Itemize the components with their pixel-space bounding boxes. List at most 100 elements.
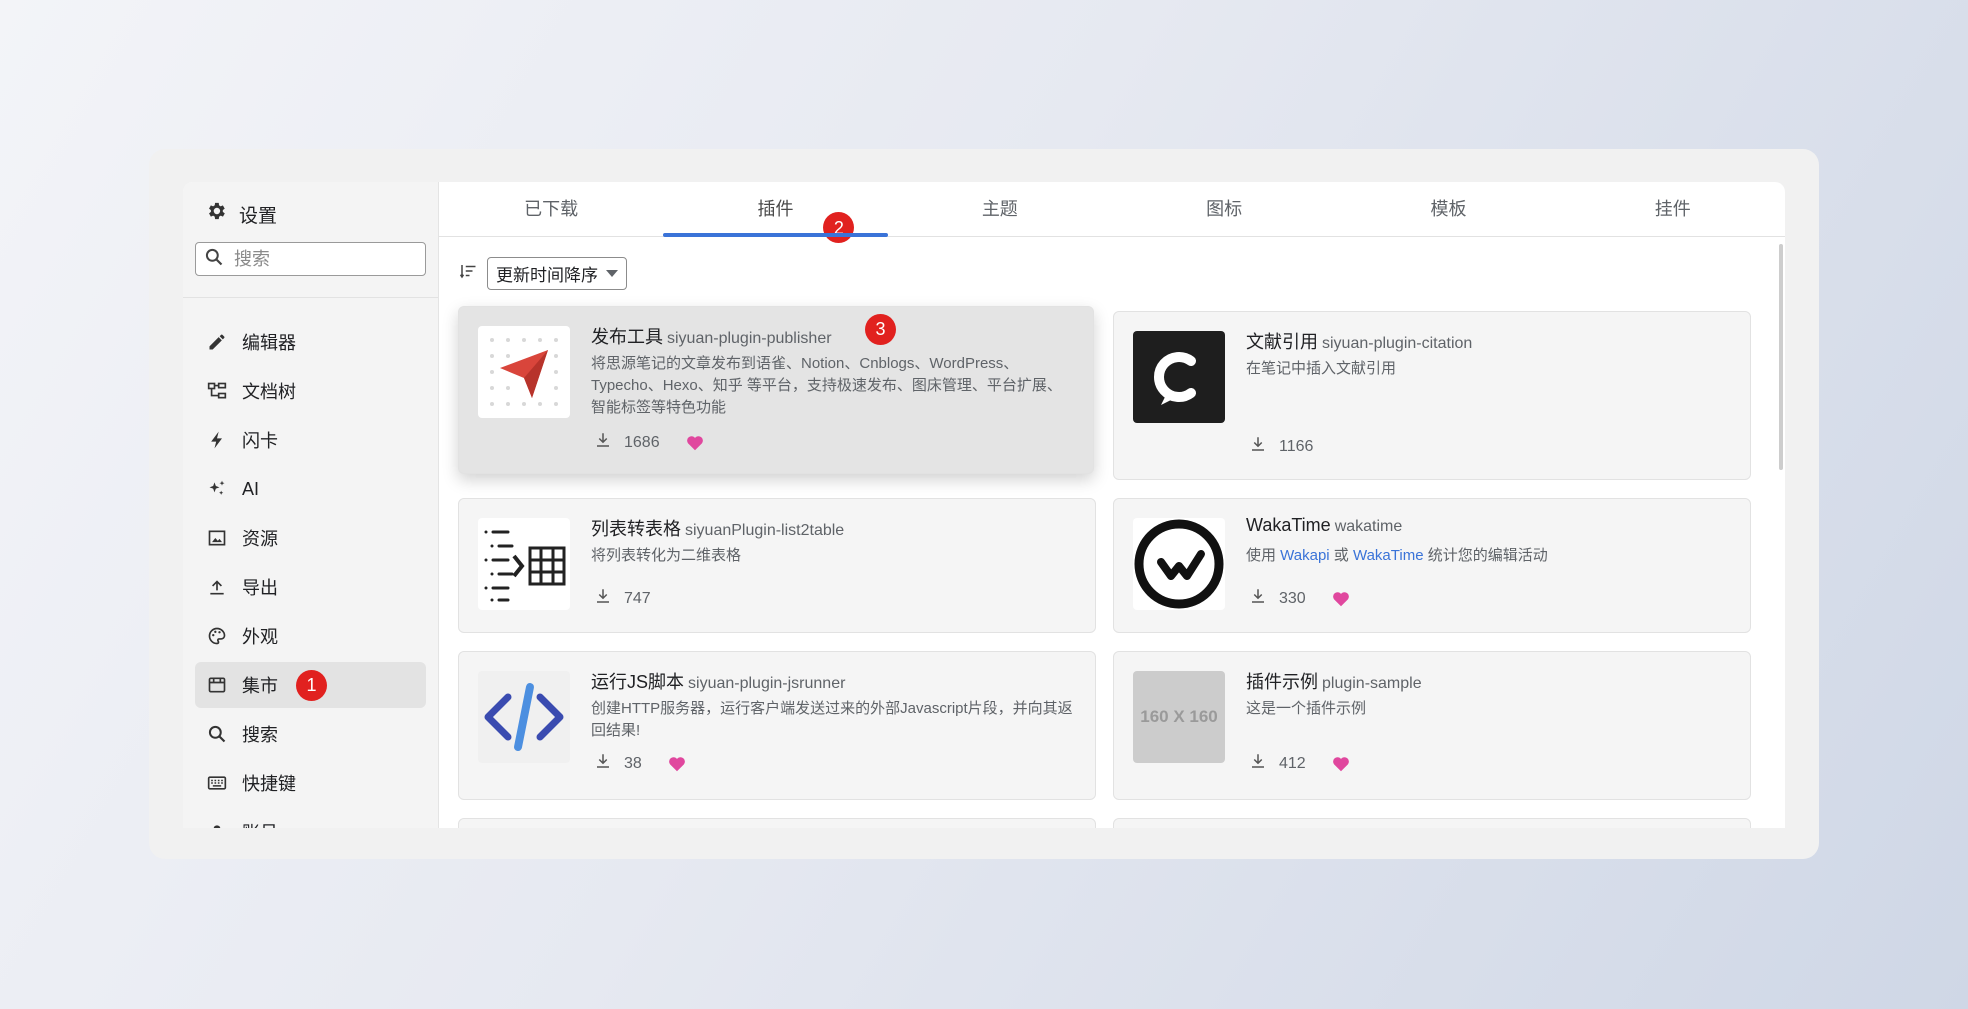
sidebar-item-label: 文档树 — [242, 382, 296, 402]
plugin-card-jsrunner[interactable]: 运行JS脚本 siyuan-plugin-jsrunner 创建HTTP服务器，运… — [458, 651, 1096, 800]
plugin-name: 插件示例 — [1246, 672, 1318, 692]
sidebar-item-ai[interactable]: AI — [195, 466, 426, 512]
sidebar-item-label: 外观 — [242, 627, 278, 647]
download-icon — [594, 431, 612, 454]
sort-row: 更新时间降序 — [459, 257, 627, 290]
market-tabs: 已下载 插件 2 主题 图标 模板 挂件 — [439, 182, 1785, 243]
sidebar-item-keymap[interactable]: 快捷键 — [195, 760, 426, 806]
plugin-thumbnail-placeholder: 160 X 160 — [1133, 671, 1225, 763]
tab-icons[interactable]: 图标 — [1112, 182, 1336, 236]
settings-window: 设置 编辑器 文档树 闪卡 AI — [183, 182, 1785, 828]
plugin-card-partial[interactable] — [458, 818, 1096, 828]
download-icon — [1249, 435, 1267, 458]
plugin-title: 插件示例 plugin-sample — [1246, 668, 1422, 694]
plugin-description: 将列表转化为二维表格 — [591, 547, 742, 564]
download-count: 1166 — [1279, 437, 1314, 455]
plugin-stats: 330 — [1249, 587, 1350, 610]
sidebar-item-assets[interactable]: 资源 — [195, 515, 426, 561]
plugin-card-wakatime[interactable]: WakaTime wakatime 使用 Wakapi 或 WakaTime 统计… — [1113, 498, 1751, 633]
heart-icon[interactable] — [1332, 591, 1350, 607]
plugin-stats: 747 — [594, 587, 651, 610]
palette-icon — [206, 625, 228, 647]
plugin-stats: 1166 — [1249, 435, 1313, 458]
sidebar-search-box[interactable] — [195, 242, 426, 276]
wakapi-link[interactable]: Wakapi — [1280, 547, 1329, 564]
image-icon — [206, 527, 228, 549]
sidebar-item-doctree[interactable]: 文档树 — [195, 368, 426, 414]
plugin-package: siyuan-plugin-jsrunner — [688, 675, 846, 692]
sidebar: 设置 编辑器 文档树 闪卡 AI — [183, 182, 439, 828]
plugin-title: 运行JS脚本 siyuan-plugin-jsrunner — [591, 668, 845, 694]
plugin-card-sample[interactable]: 160 X 160 插件示例 plugin-sample 这是一个插件示例 412 — [1113, 651, 1751, 800]
sidebar-title-text: 设置 — [239, 205, 278, 227]
sidebar-title: 设置 — [205, 200, 277, 228]
plugin-name: 运行JS脚本 — [591, 672, 685, 692]
sidebar-item-export[interactable]: 导出 — [195, 564, 426, 610]
download-icon — [1249, 587, 1267, 610]
sidebar-search-input[interactable] — [232, 247, 416, 271]
sidebar-item-editor[interactable]: 编辑器 — [195, 319, 426, 365]
sidebar-item-label: 闪卡 — [242, 431, 278, 451]
plugin-description: 在笔记中插入文献引用 — [1246, 360, 1397, 377]
plugin-thumbnail — [1133, 331, 1225, 423]
plugin-card-list2table[interactable]: 列表转表格 siyuanPlugin-list2table 将列表转化为二维表格 … — [458, 498, 1096, 633]
tab-templates[interactable]: 模板 — [1336, 182, 1560, 236]
keyboard-icon — [206, 772, 228, 794]
sidebar-item-search[interactable]: 搜索 — [195, 711, 426, 757]
plugin-stats: 412 — [1249, 752, 1350, 775]
download-count: 38 — [624, 754, 642, 772]
sidebar-item-label: 编辑器 — [242, 333, 296, 353]
plugin-name: 文献引用 — [1246, 332, 1318, 352]
desc-text: 使用 — [1246, 547, 1281, 564]
sidebar-item-label: 搜索 — [242, 725, 278, 745]
annotation-badge-1: 1 — [296, 670, 327, 701]
sidebar-item-appearance[interactable]: 外观 — [195, 613, 426, 659]
download-icon — [1249, 752, 1267, 775]
wakatime-link[interactable]: WakaTime — [1353, 547, 1424, 564]
tab-plugins[interactable]: 插件 2 — [663, 182, 888, 243]
plugin-description: 使用 Wakapi 或 WakaTime 统计您的编辑活动 — [1246, 545, 1734, 567]
sort-icon — [459, 262, 477, 285]
plugin-package: siyuanPlugin-list2table — [685, 522, 845, 539]
plugin-description: 将思源笔记的文章发布到语雀、Notion、Cnblogs、WordPress、T… — [591, 355, 1062, 416]
annotation-badge-2: 2 — [823, 212, 855, 243]
plugin-title: 文献引用 siyuan-plugin-citation — [1246, 328, 1472, 354]
plugin-title: WakaTime wakatime — [1246, 515, 1402, 536]
plugin-stats: 1686 — [594, 431, 704, 454]
heart-icon[interactable] — [668, 756, 686, 772]
scrollbar[interactable] — [1779, 244, 1783, 470]
annotation-badge-3: 3 — [865, 314, 896, 345]
desc-text: 或 — [1329, 547, 1353, 564]
flash-icon — [206, 429, 228, 451]
sidebar-item-label: 快捷键 — [242, 774, 296, 794]
plugin-card-publisher[interactable]: 发布工具 siyuan-plugin-publisher 3 将思源笔记的文章发布… — [458, 306, 1094, 474]
store-icon — [206, 674, 228, 696]
plugin-thumbnail — [478, 671, 570, 763]
download-icon — [594, 752, 612, 775]
upload-icon — [206, 576, 228, 598]
heart-icon[interactable] — [1332, 756, 1350, 772]
plugin-title: 列表转表格 siyuanPlugin-list2table — [591, 515, 844, 541]
sidebar-item-marketplace[interactable]: 集市 1 — [195, 662, 426, 708]
download-count: 1686 — [624, 433, 660, 451]
sidebar-item-flashcard[interactable]: 闪卡 — [195, 417, 426, 463]
tab-plugins-label: 插件 — [757, 199, 794, 219]
sort-select-value: 更新时间降序 — [496, 266, 598, 285]
sidebar-item-label: 账号 — [242, 819, 278, 828]
sidebar-divider — [183, 297, 438, 298]
plugin-thumbnail — [1133, 518, 1225, 610]
plugin-card-partial[interactable] — [1113, 818, 1751, 828]
chevron-down-icon — [606, 270, 618, 277]
sidebar-item-account[interactable]: 账号 — [195, 809, 426, 828]
gear-icon — [205, 200, 227, 228]
plugin-package: siyuan-plugin-citation — [1322, 335, 1473, 352]
plugin-card-citation[interactable]: 文献引用 siyuan-plugin-citation 在笔记中插入文献引用 11… — [1113, 311, 1751, 480]
plugin-thumbnail — [478, 518, 570, 610]
sort-select[interactable]: 更新时间降序 — [487, 257, 627, 290]
tab-downloaded[interactable]: 已下载 — [439, 182, 663, 236]
sparkle-icon — [206, 478, 228, 500]
heart-icon[interactable] — [686, 435, 704, 451]
tab-widgets[interactable]: 挂件 — [1561, 182, 1785, 236]
pencil-icon — [206, 331, 228, 353]
tab-themes[interactable]: 主题 — [888, 182, 1112, 236]
